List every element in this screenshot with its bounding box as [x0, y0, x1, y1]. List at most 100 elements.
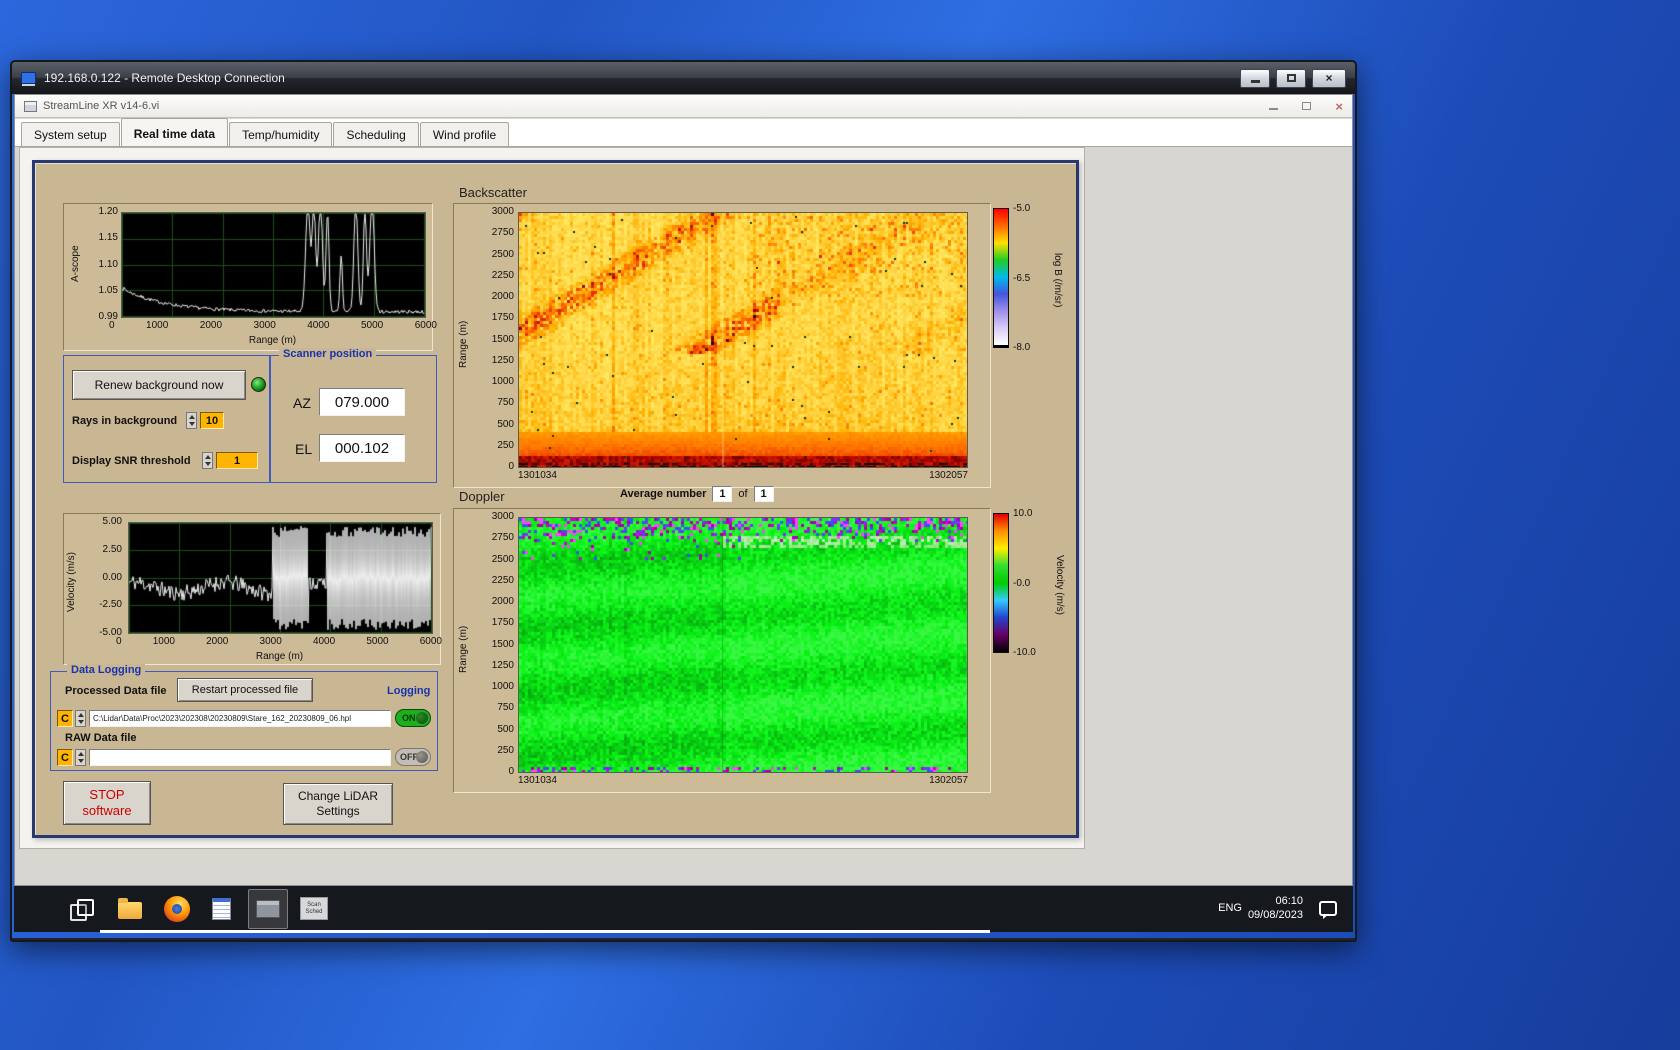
maximize-icon[interactable]: [1302, 102, 1312, 110]
rays-in-background-label: Rays in background: [72, 415, 178, 427]
average-total-input[interactable]: 1: [753, 486, 774, 502]
average-number-input[interactable]: 1: [712, 486, 733, 502]
tick-label: 2500: [491, 248, 514, 260]
tab-wind-profile[interactable]: Wind profile: [419, 122, 510, 146]
scan-scheduler-icon[interactable]: Scan Sched: [300, 897, 328, 920]
raw-path-field[interactable]: [89, 749, 391, 766]
app-window: StreamLine XR v14-6.vi × System setup Re…: [14, 94, 1353, 886]
vi-icon: [24, 100, 37, 112]
raw-drive-value[interactable]: C: [57, 749, 73, 766]
rdp-maximize-button[interactable]: [1276, 68, 1306, 88]
tick-label: 750: [497, 702, 514, 714]
scan-label-2: Sched: [305, 908, 323, 915]
tick-label: 1.10: [98, 258, 118, 270]
rays-value[interactable]: 10: [200, 412, 224, 429]
data-logging-title: Data Logging: [67, 664, 146, 676]
velocity-x-axis-label: Range (m): [255, 651, 304, 662]
tick-label: 500: [497, 723, 514, 735]
data-logging-group: Data Logging Processed Data file Restart…: [50, 664, 438, 771]
doppler-graph: Range (m) 3000 2750 2500 2250 2000 1750 1500 12…: [453, 508, 991, 793]
notepad-icon[interactable]: [212, 898, 231, 920]
minimize-icon[interactable]: [1269, 108, 1279, 110]
tick-label: 1.15: [98, 232, 118, 244]
a-scope-graph: A-scope 1.20 1.15 1.10 1.05 0.99 0 1000 2000 30…: [63, 203, 437, 351]
real-time-data-page: A-scope 1.20 1.15 1.10 1.05 0.99 0 1000 2000 30…: [19, 147, 1085, 849]
renew-background-button[interactable]: Renew background now: [72, 370, 246, 400]
tick-label: 1000: [491, 681, 514, 692]
time-end: 1302057: [929, 775, 968, 786]
close-icon[interactable]: ×: [1335, 100, 1343, 113]
tick-label: 750: [497, 397, 514, 409]
change-lidar-settings-button[interactable]: Change LiDAR Settings: [283, 783, 393, 825]
language-indicator[interactable]: ENG: [1218, 902, 1242, 914]
tick-label: 6000: [419, 636, 442, 647]
rdp-close-button[interactable]: ×: [1312, 68, 1346, 88]
tick-label: 0: [109, 320, 115, 331]
velocity-x-ticks: 0 1000 2000 3000 4000 5000 6000: [116, 636, 442, 647]
tick-label: 1750: [491, 312, 514, 324]
app-titlebar[interactable]: StreamLine XR v14-6.vi ×: [15, 95, 1352, 118]
doppler-colorbar-ticks: 10.0 -0.0 -10.0: [1013, 508, 1051, 658]
toggle-knob: [416, 751, 428, 763]
tick-label: 2500: [491, 553, 514, 565]
tick-label: 2750: [491, 227, 514, 239]
file-explorer-icon[interactable]: [118, 898, 142, 919]
tab-system-setup[interactable]: System setup: [21, 122, 120, 146]
tick-label: 0: [508, 766, 514, 777]
velocity-y-ticks: 5.00 2.50 0.00 -2.50 -5.00: [82, 516, 122, 638]
notification-center-icon[interactable]: [1319, 901, 1337, 919]
tick-label: 0.00: [102, 571, 122, 583]
background-led-indicator: [251, 377, 266, 392]
rdp-title: 192.168.0.122 - Remote Desktop Connectio…: [44, 71, 285, 85]
task-view-icon[interactable]: [70, 899, 94, 921]
clock[interactable]: 06:10 09/08/2023: [1248, 894, 1303, 923]
processed-path-field[interactable]: C:\Lidar\Data\Proc\2023\202308\20230809\…: [89, 710, 391, 727]
rays-spinner[interactable]: [186, 412, 197, 429]
snr-value[interactable]: 1: [216, 452, 258, 469]
change-line2: Settings: [316, 804, 360, 818]
rdp-minimize-button[interactable]: [1240, 68, 1270, 88]
tick-label: -10.0: [1013, 647, 1036, 658]
backscatter-heatmap: [518, 212, 968, 468]
a-scope-y-axis-label: A-scope: [70, 245, 81, 283]
doppler-colorbar: [993, 513, 1009, 653]
raw-path-spinner[interactable]: [75, 749, 86, 766]
processed-logging-toggle[interactable]: ON: [395, 709, 431, 727]
processed-drive-value[interactable]: C: [57, 710, 73, 727]
a-scope-plot: [121, 212, 426, 318]
average-number-row: Average number 1 of 1: [620, 486, 774, 502]
tab-real-time-data[interactable]: Real time data: [120, 118, 229, 146]
tab-bar: System setup Real time data Temp/humidit…: [15, 118, 1352, 147]
tab-scheduling[interactable]: Scheduling: [333, 122, 419, 146]
azimuth-value: 079.000: [319, 388, 405, 416]
rdp-titlebar[interactable]: 192.168.0.122 - Remote Desktop Connectio…: [12, 62, 1355, 94]
tick-label: 1.20: [98, 206, 118, 217]
doppler-heatmap: [518, 517, 968, 773]
restart-processed-file-button[interactable]: Restart processed file: [177, 678, 313, 702]
tick-label: 250: [497, 744, 514, 756]
time-start: 1301034: [518, 775, 557, 786]
tick-label: 4000: [307, 320, 330, 331]
stop-software-button[interactable]: STOP software: [63, 781, 151, 825]
processed-path-spinner[interactable]: [75, 710, 86, 727]
active-app-taskbar-button[interactable]: [248, 889, 288, 929]
tick-label: 1500: [491, 333, 514, 345]
raw-logging-toggle[interactable]: OFF: [395, 748, 431, 766]
time-start: 1301034: [518, 470, 557, 481]
tab-temp-humidity[interactable]: Temp/humidity: [229, 122, 333, 146]
clock-date: 09/08/2023: [1247, 909, 1303, 922]
firefox-icon[interactable]: [164, 896, 190, 922]
backscatter-graph: Range (m) 3000 2750 2500 2250 2000 1750 1500 12…: [453, 203, 991, 488]
tick-label: 2250: [491, 269, 514, 281]
backscatter-colorbar-label: log B (/m/sr): [1052, 252, 1063, 308]
tick-label: 1000: [491, 376, 514, 387]
app-title: StreamLine XR v14-6.vi: [43, 100, 160, 112]
doppler-y-ticks: 3000 2750 2500 2250 2000 1750 1500 1250 1000 750 5…: [476, 511, 514, 777]
tick-label: 5000: [360, 320, 384, 331]
tick-label: 1250: [491, 354, 514, 366]
azimuth-label: AZ: [293, 395, 311, 411]
tick-label: 6000: [414, 320, 437, 331]
snr-spinner[interactable]: [202, 452, 213, 469]
stop-line1: STOP: [89, 786, 125, 802]
tick-label: -5.0: [1013, 203, 1031, 214]
